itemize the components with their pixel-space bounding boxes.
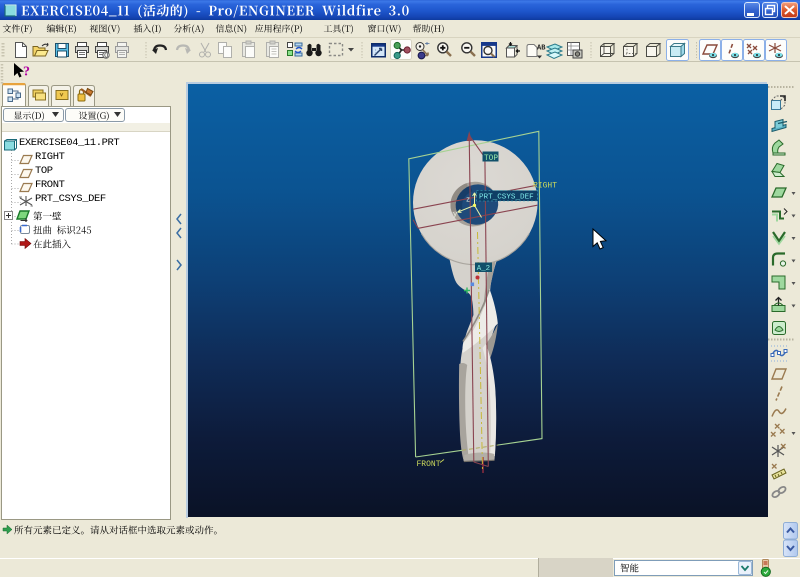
svg-text:y: y — [453, 211, 457, 219]
svg-text:AB: AB — [537, 45, 546, 53]
svg-text:z: z — [466, 197, 470, 205]
svg-text:A_2: A_2 — [477, 265, 490, 273]
svg-text:PRT_CSYS_DEF: PRT_CSYS_DEF — [479, 194, 534, 202]
svg-text:?: ? — [23, 65, 30, 80]
svg-text:TOP: TOP — [484, 155, 498, 163]
svg-text:RIGHT: RIGHT — [533, 182, 557, 191]
svg-text:0: 0 — [104, 53, 108, 60]
svg-text:FRONT: FRONT — [417, 460, 441, 469]
